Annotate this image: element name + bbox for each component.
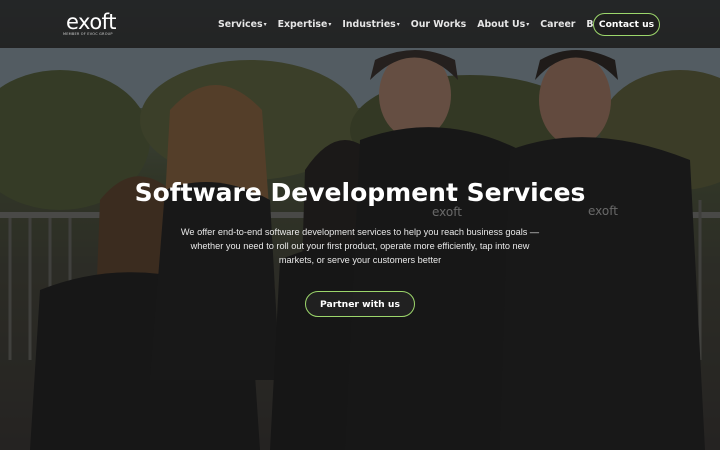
logo-wordmark: exoft	[66, 10, 116, 34]
nav-label: Industries	[342, 18, 396, 30]
nav-label: About Us	[477, 18, 526, 30]
exoft-logo[interactable]: exoft MEMBER OF EVOC GROUP	[60, 9, 120, 37]
nav-item-career[interactable]: Career	[540, 19, 575, 30]
chevron-down-icon: ▾	[328, 20, 332, 28]
chevron-down-icon: ▾	[396, 20, 400, 28]
nav-item-expertise[interactable]: Expertise ▾	[278, 19, 332, 30]
nav-item-about-us[interactable]: About Us ▾	[477, 19, 529, 30]
hero-title: Software Development Services	[134, 178, 586, 207]
chevron-down-icon: ▾	[526, 20, 530, 28]
hero-description: We offer end-to-end software development…	[180, 227, 540, 265]
nav-item-services[interactable]: Services ▾	[218, 19, 267, 30]
nav-label: Career	[540, 18, 576, 30]
partner-with-us-button[interactable]: Partner with us	[305, 291, 415, 317]
nav-label: Our Works	[410, 18, 467, 30]
logo-subtext: MEMBER OF EVOC GROUP	[63, 32, 113, 36]
main-nav: Services ▾ Expertise ▾ Industries ▾ Our Wor…	[218, 0, 621, 48]
nav-item-industries[interactable]: Industries ▾	[342, 19, 399, 30]
nav-item-our-works[interactable]: Our Works	[411, 19, 466, 30]
chevron-down-icon: ▾	[263, 20, 267, 28]
nav-label: Expertise	[277, 18, 328, 30]
nav-label: Services	[218, 18, 263, 30]
contact-us-button[interactable]: Contact us	[593, 13, 660, 36]
site-header: exoft MEMBER OF EVOC GROUP Services ▾ Exp…	[0, 0, 720, 48]
